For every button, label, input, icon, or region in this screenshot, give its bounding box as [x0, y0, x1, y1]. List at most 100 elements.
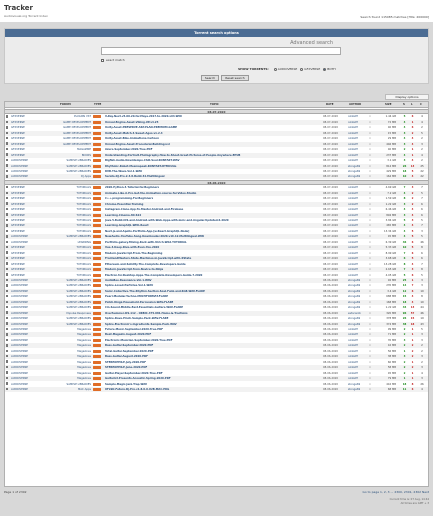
row-author[interactable]: ozdozifl [348, 343, 365, 348]
checkbox-icon[interactable] [6, 229, 9, 233]
checkbox-icon[interactable] [6, 142, 9, 145]
download-icon[interactable]: ⇩ [366, 131, 374, 136]
row-forum[interactable]: TUTORIALS [41, 256, 91, 261]
row-topic-link[interactable]: Unity.Asset.Bike.Animations.Cartoon [105, 136, 320, 141]
table-row[interactable]: GFXVERSE TUTORIALS Animate.Like.A.Pro.Get.… [5, 190, 428, 196]
row-section[interactable]: AUDIOVERSE [11, 338, 41, 343]
row-section[interactable]: AUDIOVERSE [11, 349, 41, 354]
download-icon[interactable]: ⇩ [366, 196, 374, 201]
download-icon[interactable]: ⇩ [366, 354, 374, 359]
row-section[interactable]: AUDIOVERSE [11, 332, 41, 337]
checkbox-icon[interactable] [6, 387, 9, 391]
checkbox-icon[interactable] [6, 355, 9, 358]
row-author[interactable]: stonge69 [348, 283, 365, 288]
row-forum[interactable]: BOOKS [41, 153, 91, 158]
row-topic-link[interactable]: Total.Guitar.September.2020.PDF [105, 349, 320, 354]
row-topic-link[interactable]: Instagram.Clone.App.To.Master.Android.an… [105, 207, 320, 212]
row-author[interactable]: ozdozifl [348, 349, 365, 354]
row-forum[interactable]: TUTORIALS [41, 196, 91, 201]
download-icon[interactable]: ⇩ [366, 371, 374, 376]
row-section[interactable]: GFXVERSE [11, 262, 41, 267]
row-author[interactable]: stonge69 [348, 289, 365, 294]
checkbox-icon[interactable] [6, 153, 9, 156]
row-topic-link[interactable]: Chrome.Essential.Training [105, 202, 320, 207]
row-author[interactable]: ozdozifl [348, 354, 365, 359]
row-checkbox[interactable] [6, 300, 9, 305]
table-row[interactable]: GFXVERSE TUTORIALS FrontendMasters.State.M… [5, 256, 428, 262]
checkbox-icon[interactable] [6, 360, 9, 363]
table-row[interactable]: GFXVERSE TUTORIALS Modern.JavaScript.from.… [5, 267, 428, 273]
row-forum[interactable]: SAMPLE LIBRARIES [41, 322, 92, 327]
row-forum[interactable]: Magazines [41, 327, 91, 332]
row-topic-link[interactable]: RVB.The.Wave.Vol.1.WAV [105, 169, 320, 174]
row-topic-link[interactable]: STEREOPHILE.July.2020.PDF [105, 360, 320, 365]
row-topic-link[interactable]: Unreal.Engine.Asset.Viking.UP.v4.25 [105, 120, 320, 125]
table-row[interactable]: AUDIOVERSE Magazines Bass.Guitar.August.20… [5, 354, 428, 360]
row-section[interactable]: GFXVERSE [11, 229, 41, 234]
download-icon[interactable]: ⇩ [366, 294, 374, 299]
row-author[interactable]: stonge69 [348, 174, 365, 179]
row-forum[interactable]: SAMPLE LIBRARIES [41, 305, 92, 310]
table-row[interactable]: GFXVERSE GAME DEVELOPMENT Unity.Asset.Bike… [5, 136, 428, 141]
checkbox-icon[interactable] [6, 262, 9, 265]
row-checkbox[interactable] [6, 125, 9, 130]
row-section[interactable]: GFXVERSE [11, 256, 41, 261]
row-checkbox[interactable] [6, 332, 9, 337]
row-forum[interactable]: TUTORIALS [41, 213, 91, 218]
row-forum[interactable]: GAME DEVELOPMENT [41, 131, 91, 136]
row-section[interactable]: GFXVERSE [11, 125, 41, 130]
row-author[interactable]: ozdozifl [348, 136, 365, 141]
checkbox-icon[interactable] [6, 311, 9, 314]
table-row[interactable]: GFXVERSE GAME DEVELOPMENT Unreal.Engine.As… [5, 119, 428, 125]
checkbox-icon[interactable] [6, 169, 9, 173]
row-checkbox[interactable] [6, 136, 9, 141]
row-forum[interactable]: Magazines [41, 332, 91, 337]
table-row[interactable]: GFXVERSE TUTORIALS Electron.for.Desktop.Ap… [5, 273, 428, 278]
row-forum[interactable]: TUTORIALS [41, 202, 91, 207]
row-checkbox[interactable] [6, 273, 9, 278]
row-forum[interactable]: SAMPLE LIBRARIES [41, 234, 92, 239]
row-author[interactable]: ozdozifl [348, 131, 365, 136]
table-row[interactable]: GFXVERSE GAME DEVELOPMENT Unity.Asset.Matc… [5, 130, 428, 136]
checkbox-icon[interactable] [6, 344, 9, 347]
row-section[interactable]: GFXVERSE [11, 120, 41, 125]
row-checkbox[interactable] [6, 267, 9, 272]
table-row[interactable]: GFXVERSE TUTORIALS Next.js.and.Apollo.Port… [5, 229, 428, 234]
row-checkbox[interactable] [6, 213, 9, 218]
radio-both[interactable] [323, 67, 327, 71]
row-forum[interactable]: SAMPLE LIBRARIES [41, 278, 92, 283]
row-section[interactable]: AUDIOVERSE [11, 316, 41, 321]
row-checkbox[interactable] [6, 245, 9, 250]
download-icon[interactable]: ⇩ [366, 251, 374, 256]
row-topic-link[interactable]: Modern.JavaScript.From.The.Beginning [105, 251, 320, 256]
table-row[interactable]: AUDIOVERSE SAMPLE LIBRARIES Splice.Electro… [5, 321, 428, 327]
row-section[interactable]: AUDIOVERSE [11, 234, 41, 239]
download-icon[interactable]: ⇩ [366, 376, 374, 381]
row-forum[interactable]: Magazines [41, 338, 91, 343]
checkbox-icon[interactable] [6, 267, 9, 271]
row-checkbox[interactable] [6, 262, 9, 267]
checkbox-icon[interactable] [6, 289, 9, 293]
checkbox-icon[interactable] [6, 349, 9, 352]
table-row[interactable]: AUDIOVERSE Magazines Electronic.Musician.S… [5, 338, 428, 343]
row-checkbox[interactable] [6, 223, 9, 228]
table-row[interactable]: AUDIOVERSE Magazines Guitar.Player.Septemb… [5, 371, 428, 376]
row-topic-link[interactable]: Vue.3.Deep.Dive.with.Evan.You.2020 [105, 245, 320, 250]
row-topic-link[interactable]: Bass.Guitar.August.2020.PDF [105, 354, 320, 359]
row-author[interactable]: ozdozifl [348, 240, 365, 245]
row-section[interactable]: GFXVERSE [11, 218, 41, 223]
row-section[interactable]: AUDIOVERSE [11, 354, 41, 359]
row-topic-link[interactable]: Sonic.Collective.The.Rhythm.Section.Soul… [105, 289, 320, 294]
checkbox-icon[interactable] [6, 322, 9, 325]
row-topic-link[interactable]: Learning.GraphQL.With.React [105, 223, 320, 228]
download-icon[interactable]: ⇩ [366, 164, 374, 169]
checkbox-icon[interactable] [6, 126, 9, 129]
checkbox-icon[interactable] [6, 137, 9, 140]
row-checkbox[interactable] [6, 289, 9, 294]
row-forum[interactable]: TUTORIALS [41, 267, 91, 272]
row-author[interactable]: ozdozifl [348, 153, 365, 158]
download-icon[interactable]: ⇩ [366, 213, 374, 218]
row-author[interactable]: ozdozifl [348, 371, 365, 376]
row-checkbox[interactable] [6, 207, 9, 212]
row-checkbox[interactable] [6, 316, 9, 321]
